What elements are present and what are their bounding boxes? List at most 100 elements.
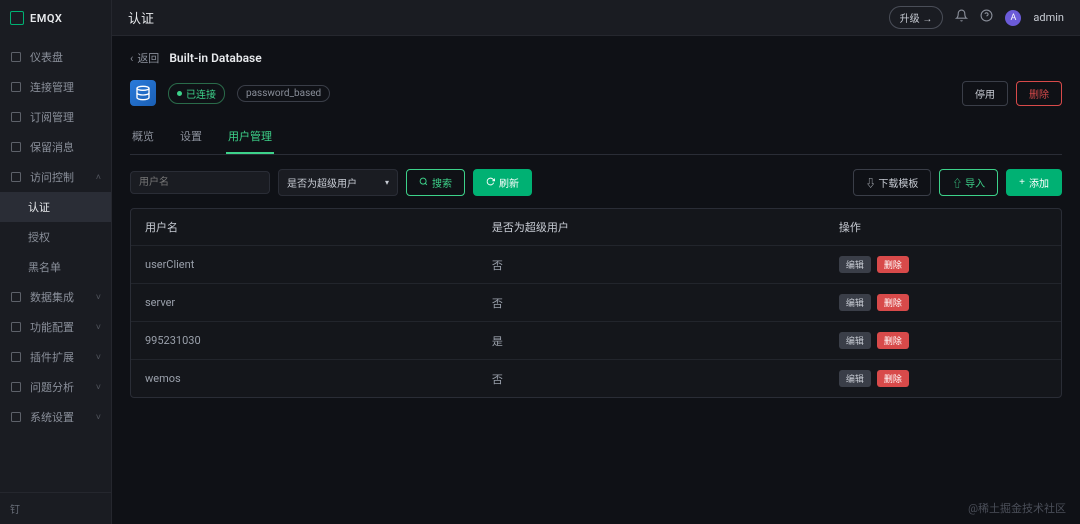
help-icon[interactable] bbox=[980, 9, 993, 26]
nav-label: 认证 bbox=[28, 199, 50, 215]
nav-label: 插件扩展 bbox=[30, 349, 74, 365]
table-header: 用户名 是否为超级用户 操作 bbox=[131, 209, 1061, 246]
database-icon bbox=[130, 80, 156, 106]
sidebar-item[interactable]: 授权 bbox=[0, 222, 111, 252]
mechanism-chip: password_based bbox=[237, 85, 330, 102]
cell-actions: 编辑删除 bbox=[839, 370, 1047, 387]
cell-actions: 编辑删除 bbox=[839, 294, 1047, 311]
cell-superuser: 否 bbox=[492, 257, 839, 273]
nav-label: 仪表盘 bbox=[30, 49, 63, 65]
access-icon bbox=[10, 171, 22, 183]
sidebar-item[interactable]: 插件扩展˅ bbox=[0, 342, 111, 372]
row-delete-button[interactable]: 删除 bbox=[877, 370, 909, 387]
edit-button[interactable]: 编辑 bbox=[839, 332, 871, 349]
add-btn-label: 添加 bbox=[1029, 175, 1049, 190]
nav-label: 功能配置 bbox=[30, 319, 74, 335]
refresh-button[interactable]: 刷新 bbox=[473, 169, 532, 196]
config-icon bbox=[10, 321, 22, 333]
cell-username: wemos bbox=[145, 372, 492, 385]
plugins-icon bbox=[10, 351, 22, 363]
status-label: 已连接 bbox=[186, 86, 216, 101]
tab[interactable]: 设置 bbox=[178, 120, 204, 154]
superuser-filter[interactable]: 是否为超级用户 ▾ bbox=[278, 169, 398, 196]
sidebar-item[interactable]: 功能配置 ˅ bbox=[0, 312, 111, 342]
delete-button[interactable]: 删除 bbox=[1016, 81, 1062, 106]
row-delete-button[interactable]: 删除 bbox=[877, 256, 909, 273]
status-dot-icon bbox=[177, 91, 182, 96]
chevron-down-icon: ˅ bbox=[96, 412, 101, 423]
cell-actions: 编辑删除 bbox=[839, 332, 1047, 349]
download-icon: ⇩ bbox=[866, 179, 876, 190]
nav-label: 连接管理 bbox=[30, 79, 74, 95]
row-delete-button[interactable]: 删除 bbox=[877, 294, 909, 311]
search-button[interactable]: 搜索 bbox=[406, 169, 465, 196]
tab[interactable]: 用户管理 bbox=[226, 120, 274, 154]
row-delete-button[interactable]: 删除 bbox=[877, 332, 909, 349]
username: admin bbox=[1033, 11, 1064, 24]
search-btn-label: 搜索 bbox=[432, 175, 452, 190]
back-link[interactable]: ‹ 返回 bbox=[130, 50, 159, 66]
sidebar-item[interactable]: 订阅管理 bbox=[0, 102, 111, 132]
nav-label: 问题分析 bbox=[30, 379, 74, 395]
upgrade-button[interactable]: 升级 → bbox=[889, 6, 944, 29]
nav-label: 系统设置 bbox=[30, 409, 74, 425]
search-input[interactable] bbox=[130, 171, 270, 194]
import-button[interactable]: ⇧ 导入 bbox=[939, 169, 998, 196]
tab[interactable]: 概览 bbox=[130, 120, 156, 154]
watermark: @稀土掘金技术社区 bbox=[968, 500, 1066, 516]
settings-icon bbox=[10, 411, 22, 423]
table-row: wemos否编辑删除 bbox=[131, 360, 1061, 397]
add-button[interactable]: + 添加 bbox=[1006, 169, 1062, 196]
sidebar-item[interactable]: 保留消息 bbox=[0, 132, 111, 162]
sidebar-item[interactable]: 访问控制 ˄ bbox=[0, 162, 111, 192]
bell-icon[interactable] bbox=[955, 9, 968, 26]
sidebar-item[interactable]: 连接管理 bbox=[0, 72, 111, 102]
users-table: 用户名 是否为超级用户 操作 userClient否编辑删除server否编辑删… bbox=[130, 208, 1062, 398]
nav-label: 访问控制 bbox=[30, 169, 74, 185]
back-label: 返回 bbox=[137, 50, 159, 66]
sidebar-item[interactable]: 问题分析˅ bbox=[0, 372, 111, 402]
filter-label: 是否为超级用户 bbox=[287, 175, 357, 190]
dashboard-icon bbox=[10, 51, 22, 63]
table-row: server否编辑删除 bbox=[131, 284, 1061, 322]
nav-label: 黑名单 bbox=[28, 259, 61, 275]
topbar: 认证 升级 → A admin bbox=[112, 0, 1080, 36]
nav: 仪表盘连接管理订阅管理保留消息访问控制 ˄ 认证授权黑名单数据集成˅ 功能配置 ˅ 插件扩… bbox=[0, 36, 111, 492]
connections-icon bbox=[10, 81, 22, 93]
refresh-icon bbox=[486, 177, 495, 189]
nav-label: 保留消息 bbox=[30, 139, 74, 155]
chevron-down-icon: ˅ bbox=[96, 322, 101, 333]
cell-username: userClient bbox=[145, 258, 492, 271]
toolbar: 是否为超级用户 ▾ 搜索 刷新 ⇩ bbox=[130, 169, 1062, 196]
analysis-icon bbox=[10, 381, 22, 393]
avatar[interactable]: A bbox=[1005, 10, 1021, 26]
sidebar-item[interactable]: 黑名单 bbox=[0, 252, 111, 282]
edit-button[interactable]: 编辑 bbox=[839, 370, 871, 387]
search-icon bbox=[419, 177, 428, 189]
cell-username: 995231030 bbox=[145, 334, 492, 347]
download-template-button[interactable]: ⇩ 下载模板 bbox=[853, 169, 932, 196]
status-chip: 已连接 bbox=[168, 83, 225, 104]
refresh-btn-label: 刷新 bbox=[499, 175, 519, 190]
brand-name: EMQX bbox=[30, 12, 62, 25]
chevron-up-icon: ˄ bbox=[96, 172, 101, 183]
sidebar-item[interactable]: 系统设置 ˅ bbox=[0, 402, 111, 432]
sidebar-item[interactable]: 数据集成˅ bbox=[0, 282, 111, 312]
chevron-left-icon: ‹ bbox=[130, 52, 133, 65]
subscriptions-icon bbox=[10, 111, 22, 123]
sidebar-item[interactable]: 仪表盘 bbox=[0, 42, 111, 72]
cell-superuser: 是 bbox=[492, 333, 839, 349]
edit-button[interactable]: 编辑 bbox=[839, 294, 871, 311]
logo: EMQX bbox=[0, 0, 111, 36]
import-btn-label: 导入 bbox=[965, 179, 985, 190]
import-icon: ⇧ bbox=[952, 179, 962, 190]
main: 认证 升级 → A admin ‹ 返回 Built-in Database bbox=[112, 0, 1080, 524]
sidebar-item[interactable]: 认证 bbox=[0, 192, 111, 222]
content: ‹ 返回 Built-in Database 已连接 password_base… bbox=[112, 36, 1080, 524]
col-superuser: 是否为超级用户 bbox=[492, 219, 839, 235]
sidebar: EMQX 仪表盘连接管理订阅管理保留消息访问控制˄认证授权黑名单数据集成˅功能配… bbox=[0, 0, 112, 524]
sidebar-footer[interactable]: 钉 bbox=[0, 492, 111, 524]
integration-icon bbox=[10, 291, 22, 303]
edit-button[interactable]: 编辑 bbox=[839, 256, 871, 273]
disable-button[interactable]: 停用 bbox=[962, 81, 1008, 106]
